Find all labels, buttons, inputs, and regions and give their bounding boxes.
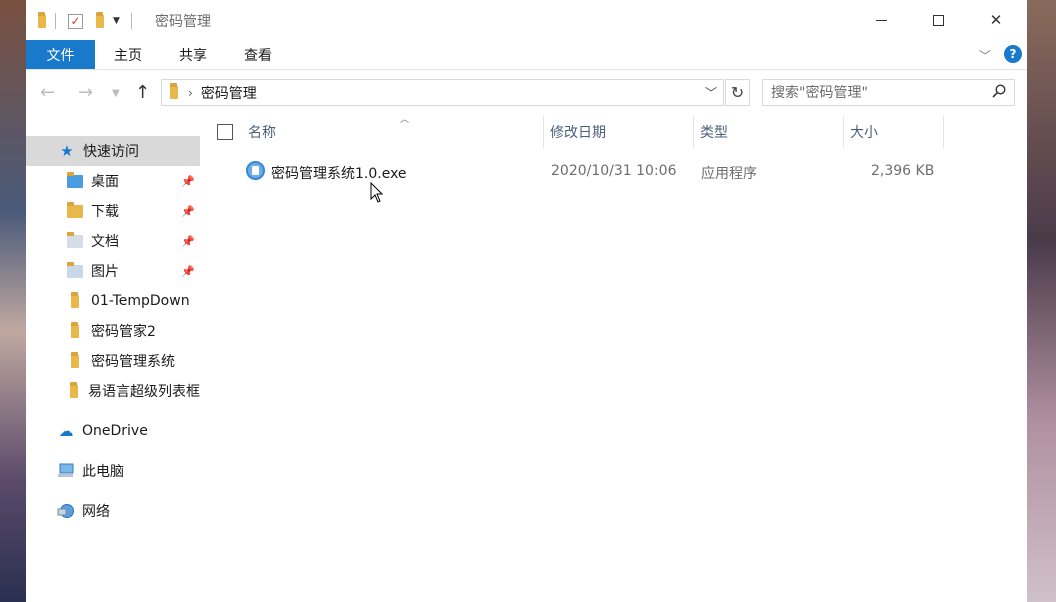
search-box[interactable] <box>762 79 1015 106</box>
nav-item-label: 密码管家2 <box>91 324 156 340</box>
nav-item-desktop[interactable]: 桌面 📌 <box>26 166 200 196</box>
nav-item-label: 图片 <box>91 264 119 280</box>
nav-item-label: 01-TempDown <box>91 293 190 309</box>
close-icon: ✕ <box>989 11 1003 29</box>
minimize-icon <box>875 19 887 21</box>
ribbon-tabs: 文件 主页 共享 查看 ﹀ ? <box>26 40 1027 70</box>
breadcrumb-current[interactable]: 密码管理 <box>201 83 257 103</box>
nav-this-pc-label: 此电脑 <box>82 464 124 480</box>
pin-icon[interactable]: 📌 <box>181 265 195 278</box>
documents-folder-icon <box>67 231 83 248</box>
toolbar-divider <box>130 13 132 29</box>
folder-icon <box>71 351 79 368</box>
minimize-button[interactable] <box>852 0 910 40</box>
pin-icon[interactable]: 📌 <box>181 235 195 248</box>
nav-quick-access-label: 快速访问 <box>83 144 139 160</box>
computer-icon <box>58 463 74 477</box>
folder-icon <box>69 381 78 398</box>
folder-icon <box>170 83 178 99</box>
file-size: 2,396 KB <box>871 163 935 179</box>
address-dropdown-icon[interactable]: ﹀ <box>705 84 717 101</box>
refresh-button[interactable]: ↻ <box>725 79 750 106</box>
nav-network[interactable]: 网络 <box>26 496 200 526</box>
nav-item-documents[interactable]: 文档 📌 <box>26 226 200 256</box>
new-folder-icon[interactable] <box>96 11 104 28</box>
column-header-modified[interactable]: 修改日期 <box>544 116 694 148</box>
column-header-name[interactable]: 名称 <box>242 116 544 148</box>
nav-item-password-system[interactable]: 密码管理系统 <box>26 346 200 376</box>
desktop-background-right <box>1027 0 1056 602</box>
customize-toolbar-dropdown-icon[interactable]: ▼ <box>113 16 120 26</box>
file-explorer-window: ✓ ▼ 密码管理 ✕ 文件 主页 共享 查看 ﹀ ? ← → ▼ ↑ › 密码管… <box>26 0 1027 602</box>
expand-ribbon-chevron-icon[interactable]: ﹀ <box>979 47 991 64</box>
nav-item-pictures[interactable]: 图片 📌 <box>26 256 200 286</box>
search-icon[interactable] <box>992 84 1006 98</box>
up-button[interactable]: ↑ <box>135 82 150 103</box>
folder-icon <box>38 11 46 28</box>
table-row[interactable]: 密码管理系统1.0.exe 2020/10/31 10:06 应用程序 2,39… <box>200 156 960 186</box>
nav-item-password-butler-2[interactable]: 密码管家2 <box>26 316 200 346</box>
nav-item-01-tempdown[interactable]: 01-TempDown <box>26 286 200 316</box>
address-bar[interactable]: › 密码管理 ﹀ <box>161 79 724 106</box>
select-all-checkbox[interactable] <box>217 124 233 140</box>
quick-access-toolbar: ✓ ▼ <box>38 11 132 31</box>
close-button[interactable]: ✕ <box>967 0 1025 40</box>
file-list: ︿ 名称 修改日期 类型 大小 密码管理系统1.0.exe 2020/10/31… <box>200 115 1027 602</box>
desktop-background-left <box>0 0 26 602</box>
tab-view[interactable]: 查看 <box>236 40 280 69</box>
tab-share[interactable]: 共享 <box>171 40 215 69</box>
nav-quick-access[interactable]: ★ 快速访问 <box>26 136 200 166</box>
title-bar: ✓ ▼ 密码管理 ✕ <box>26 0 1027 40</box>
pictures-folder-icon <box>67 261 83 278</box>
nav-item-super-listbox[interactable]: 易语言超级列表框 <box>26 376 200 406</box>
refresh-icon: ↻ <box>730 83 745 102</box>
nav-onedrive[interactable]: ☁ OneDrive <box>26 416 200 446</box>
properties-icon[interactable]: ✓ <box>68 13 83 29</box>
desktop-folder-icon <box>67 171 83 188</box>
maximize-button[interactable] <box>909 0 967 40</box>
nav-network-label: 网络 <box>82 504 110 520</box>
help-icon[interactable]: ? <box>1004 45 1022 63</box>
tab-file[interactable]: 文件 <box>26 40 95 69</box>
nav-this-pc[interactable]: 此电脑 <box>26 456 200 486</box>
column-header-size[interactable]: 大小 <box>844 116 944 148</box>
nav-item-label: 密码管理系统 <box>91 354 175 370</box>
back-button[interactable]: ← <box>40 82 55 103</box>
recent-locations-dropdown-icon[interactable]: ▼ <box>112 88 120 99</box>
window-title: 密码管理 <box>155 14 211 30</box>
nav-item-label: 下载 <box>91 204 119 220</box>
navigation-bar: ← → ▼ ↑ › 密码管理 ﹀ ↻ <box>26 70 1027 116</box>
file-name[interactable]: 密码管理系统1.0.exe <box>271 163 407 183</box>
tab-home[interactable]: 主页 <box>106 40 150 69</box>
nav-item-downloads[interactable]: 下载 📌 <box>26 196 200 226</box>
nav-item-label: 桌面 <box>91 174 119 190</box>
folder-icon <box>71 291 79 308</box>
star-icon: ★ <box>60 142 74 160</box>
nav-onedrive-label: OneDrive <box>82 423 148 439</box>
cloud-icon: ☁ <box>58 422 74 440</box>
navigation-pane: ★ 快速访问 桌面 📌 下载 📌 文档 📌 图片 📌 01-TempDown 密… <box>26 116 200 602</box>
file-type: 应用程序 <box>701 166 757 182</box>
pin-icon[interactable]: 📌 <box>181 175 195 188</box>
maximize-icon <box>932 14 944 26</box>
breadcrumb-chevron-icon[interactable]: › <box>188 86 193 100</box>
toolbar-divider <box>55 13 56 29</box>
application-icon <box>246 161 265 180</box>
nav-item-label: 易语言超级列表框 <box>88 384 200 400</box>
download-folder-icon <box>67 201 83 218</box>
forward-button[interactable]: → <box>78 82 93 103</box>
pin-icon[interactable]: 📌 <box>181 205 195 218</box>
column-header-type[interactable]: 类型 <box>694 116 844 148</box>
network-icon <box>57 504 74 518</box>
mouse-cursor-icon <box>370 182 384 203</box>
nav-item-label: 文档 <box>91 234 119 250</box>
search-input[interactable] <box>771 84 991 101</box>
file-modified: 2020/10/31 10:06 <box>551 163 677 179</box>
folder-icon <box>71 321 79 338</box>
